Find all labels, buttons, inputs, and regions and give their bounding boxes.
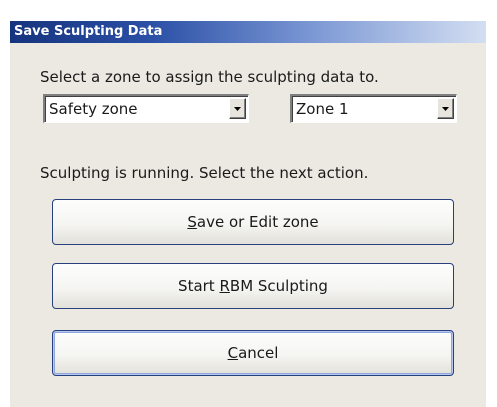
start-mnemonic: R (219, 277, 230, 295)
zone-type-value: Safety zone (49, 100, 138, 118)
zone-type-select[interactable]: Safety zone (43, 94, 249, 123)
save-mnemonic: S (187, 213, 197, 231)
save-or-edit-zone-button[interactable]: Save or Edit zone (52, 199, 454, 245)
start-rbm-sculpting-button[interactable]: Start RBM Sculpting (52, 263, 454, 309)
chevron-down-icon (442, 107, 449, 111)
zone-prompt-label: Select a zone to assign the sculpting da… (40, 68, 379, 86)
cancel-mnemonic: C (227, 344, 239, 362)
start-rbm-sculpting-label: Start RBM Sculpting (178, 264, 328, 308)
cancel-button[interactable]: Cancel (52, 330, 454, 376)
chevron-down-icon (234, 107, 241, 111)
zone-number-value: Zone 1 (296, 100, 349, 118)
save-sculpting-dialog: Save Sculpting Data Select a zone to ass… (10, 21, 486, 407)
zone-number-select[interactable]: Zone 1 (290, 94, 457, 123)
zone-type-dropdown-button[interactable] (229, 98, 246, 119)
cancel-label: Cancel (228, 331, 279, 375)
title-bar[interactable]: Save Sculpting Data (10, 21, 486, 43)
save-or-edit-zone-label: Save or Edit zone (187, 200, 318, 244)
start-label-rest: BM Sculpting (229, 277, 328, 295)
cancel-label-rest: ancel (238, 344, 279, 362)
window-title: Save Sculpting Data (14, 24, 163, 39)
save-label-rest: ave or Edit zone (196, 213, 319, 231)
status-text: Sculpting is running. Select the next ac… (40, 164, 369, 182)
zone-number-dropdown-button[interactable] (437, 98, 454, 119)
start-label-before: Start (178, 277, 220, 295)
